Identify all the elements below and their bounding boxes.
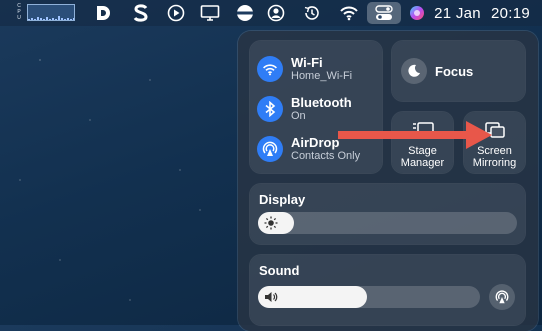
wifi-title: Wi-Fi <box>291 55 323 70</box>
wifi-network: Home_Wi-Fi <box>291 70 353 82</box>
moon-icon <box>401 58 427 84</box>
cpu-graph-bar <box>61 18 63 20</box>
cpu-graph-bar <box>46 17 48 20</box>
screen-mirroring-label-2: Mirroring <box>472 157 517 169</box>
stage-manager-label-1: Stage <box>408 145 437 157</box>
cpu-graph-bar <box>34 18 36 20</box>
control-centre-panel: Wi-Fi Home_Wi-Fi Bluetooth On AirDrop Co… <box>238 31 538 331</box>
time-machine-icon[interactable] <box>301 3 323 23</box>
stage-manager-label-2: Manager <box>400 157 445 169</box>
play-icon[interactable] <box>165 3 187 23</box>
bluetooth-title: Bluetooth <box>291 95 352 110</box>
cpu-label: CPU <box>15 2 23 22</box>
focus-label: Focus <box>435 63 474 79</box>
user-icon[interactable] <box>265 3 287 23</box>
sound-title: Sound <box>259 263 300 278</box>
date-time[interactable]: 21 Jan 20:19 <box>424 3 530 23</box>
airdrop-toggle[interactable]: AirDrop Contacts Only <box>257 135 360 163</box>
wifi-toggle[interactable]: Wi-Fi Home_Wi-Fi <box>257 55 352 83</box>
cpu-usage-graph[interactable] <box>27 4 75 21</box>
time-text: 20:19 <box>490 4 530 22</box>
cpu-graph-bar <box>70 18 72 20</box>
airdrop-icon[interactable] <box>257 136 283 162</box>
airdrop-status: Contacts Only <box>291 150 361 162</box>
cpu-graph-bar <box>49 18 51 20</box>
cpu-label-text: CPU <box>16 3 22 21</box>
volume-slider[interactable] <box>258 286 480 308</box>
brightness-slider[interactable] <box>258 212 517 234</box>
airplay-audio-icon[interactable] <box>489 284 515 310</box>
d-app-icon[interactable] <box>92 3 114 23</box>
bluetooth-toggle[interactable]: Bluetooth On <box>257 95 352 123</box>
cpu-graph-bar <box>64 18 66 20</box>
cpu-graph-bar <box>52 17 54 20</box>
cpu-graph-bar <box>28 18 30 20</box>
stage-manager-button[interactable]: Stage Manager <box>392 112 453 173</box>
display-title: Display <box>259 192 306 207</box>
annotation-arrow-shaft <box>338 131 476 139</box>
cpu-graph-bar <box>55 18 57 20</box>
wifi-icon[interactable] <box>338 3 360 23</box>
focus-button[interactable]: Focus <box>392 41 525 101</box>
s-app-icon[interactable] <box>130 3 152 23</box>
cpu-graph-bar <box>73 18 74 20</box>
vpn-icon[interactable] <box>234 3 256 23</box>
bluetooth-icon[interactable] <box>257 96 283 122</box>
cpu-graph-bar <box>40 18 42 20</box>
control-centre-icon[interactable] <box>367 2 401 24</box>
bluetooth-status: On <box>291 110 306 122</box>
cpu-graph-bar <box>43 18 45 20</box>
display-icon[interactable] <box>199 3 221 23</box>
wifi-icon[interactable] <box>257 56 283 82</box>
menu-bar: CPU 21 Jan 20:19 <box>0 0 542 26</box>
cpu-graph-bar <box>67 17 69 20</box>
sun-icon <box>263 215 279 231</box>
speaker-icon <box>263 289 279 305</box>
annotation-arrow-head <box>466 121 492 149</box>
sound-module: Sound <box>250 255 525 325</box>
date-text: 21 Jan <box>434 4 481 22</box>
cpu-graph-bar <box>37 17 39 20</box>
display-module: Display <box>250 184 525 244</box>
cpu-graph-bar <box>31 17 33 20</box>
cpu-graph-bar <box>58 15 60 20</box>
connectivity-module: Wi-Fi Home_Wi-Fi Bluetooth On AirDrop Co… <box>250 41 382 173</box>
